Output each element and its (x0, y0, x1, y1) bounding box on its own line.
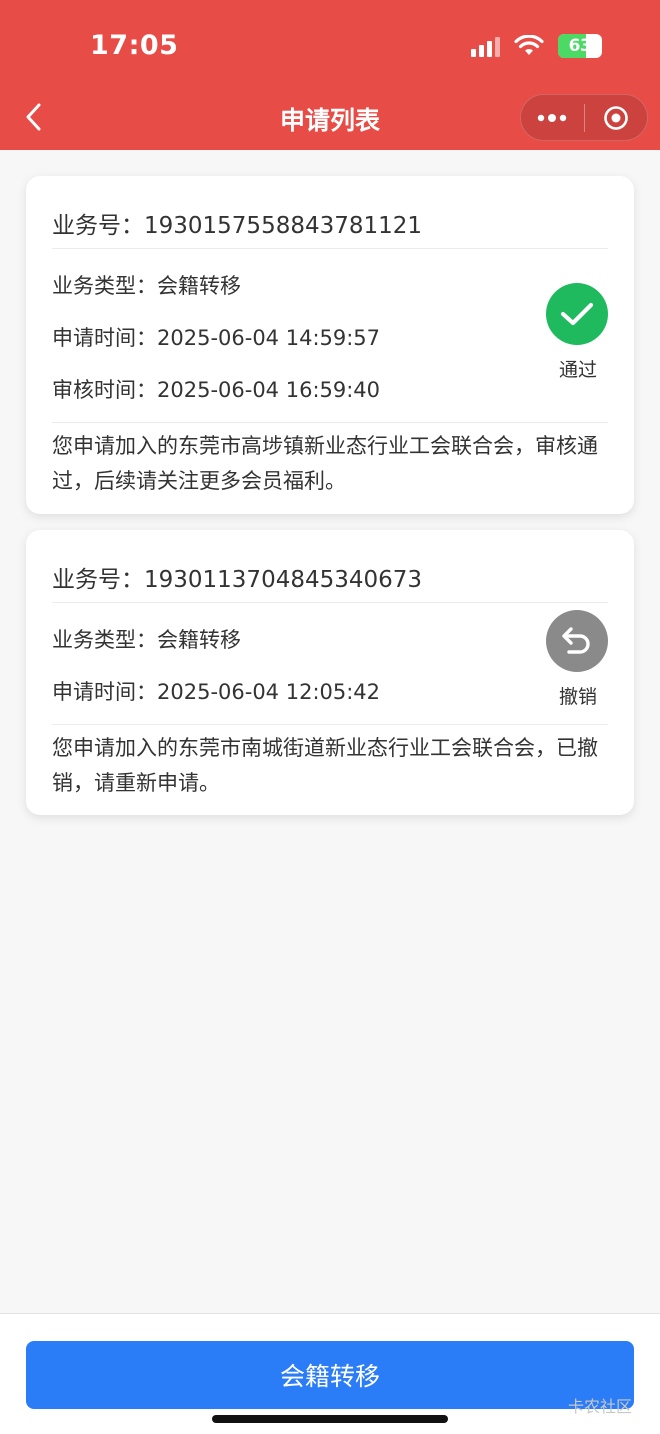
charging-bolt-icon (590, 37, 599, 53)
cellular-signal-icon (471, 35, 500, 57)
target-circle-icon (603, 105, 628, 130)
membership-transfer-button[interactable]: 会籍转移 (26, 1341, 634, 1409)
home-indicator[interactable] (212, 1415, 448, 1423)
business-number: 业务号：1930157558843781121 (52, 213, 423, 239)
watermark: 卡农社区 (568, 1397, 633, 1416)
business-type: 业务类型：会籍转移 (52, 274, 241, 298)
apply-time: 申请时间：2025-06-04 14:59:57 (52, 326, 381, 350)
business-type: 业务类型：会籍转移 (52, 628, 241, 652)
application-description: 您申请加入的东莞市南城街道新业态行业工会联合会，已撤销，请重新申请。 (52, 736, 598, 795)
checkmark-icon (546, 283, 608, 345)
status-label: 撤销 (558, 686, 597, 708)
application-card[interactable]: 业务号：1930113704845340673 业务类型：会籍转移 申请时间：2… (26, 530, 634, 815)
miniprogram-capsule (520, 94, 648, 141)
status-label: 通过 (558, 359, 597, 381)
wifi-icon (514, 35, 544, 57)
status-badge: 撤销 (546, 610, 610, 709)
app-header: 17:05 63 申请列表 (0, 0, 660, 150)
status-icons: 63 (471, 34, 602, 58)
status-time: 17:05 (90, 30, 179, 61)
undo-icon (546, 610, 608, 672)
bottom-bar: 会籍转移 卡农社区 (0, 1313, 660, 1434)
application-card[interactable]: 业务号：1930157558843781121 业务类型：会籍转移 申请时间：2… (26, 176, 634, 514)
battery-icon: 63 (558, 34, 602, 58)
more-button[interactable] (521, 95, 584, 140)
review-time: 审核时间：2025-06-04 16:59:40 (52, 378, 381, 402)
application-description: 您申请加入的东莞市高埗镇新业态行业工会联合会，审核通过，后续请关注更多会员福利。 (52, 434, 598, 493)
business-number: 业务号：1930113704845340673 (52, 567, 423, 593)
more-dots-icon (538, 113, 567, 122)
apply-time: 申请时间：2025-06-04 12:05:42 (52, 680, 381, 704)
close-miniprogram-button[interactable] (585, 95, 648, 140)
status-badge: 通过 (546, 283, 610, 382)
